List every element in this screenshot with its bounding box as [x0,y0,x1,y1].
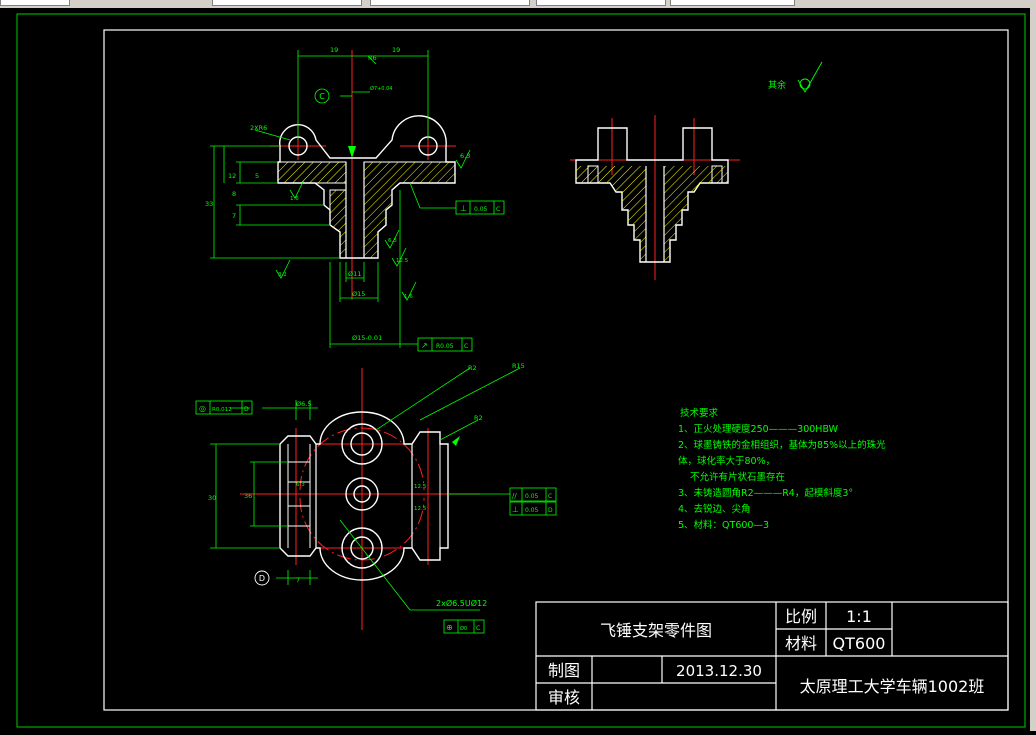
tolerance-frame-position-c: ⊕ Ø0 C [443,619,485,634]
dim-text: Ø15 [352,290,365,298]
scale-label: 比例 [785,607,817,626]
scale-value: 1:1 [846,607,872,626]
roughness-text: 3.2 [278,272,287,278]
note-line: 1、正火处理硬度250———300HBW [678,423,839,435]
dim-text: R15 [512,362,525,370]
dim-text: 7 [296,576,300,584]
svg-text:⊥: ⊥ [512,505,519,514]
note-line: 4、去锐边、尖角 [678,503,751,515]
sheet-border-outer [16,13,1026,728]
dim-text: 36 [244,492,252,500]
dim-text: 30 [208,494,216,502]
note-line: 5、材料：QT600—3 [678,519,769,531]
note-line: 体，球化率大于80%， [678,455,775,467]
svg-text:C: C [548,493,552,500]
checked-by-label: 审核 [548,688,580,707]
datum-d-label: D [259,574,265,583]
tolerance-frame-conc-d: ◎ R0.012 D [195,400,253,415]
svg-text:R0.05: R0.05 [436,343,454,350]
tolerance-frame-para-c: // 0.05 C [509,487,557,502]
roughness-text: 6.3 [460,152,470,160]
roughness-text: 1.6 [404,294,413,300]
dim-text: 8 [232,190,236,198]
svg-text:R0.012: R0.012 [212,407,232,413]
dim-text: 7 [232,212,236,220]
drawn-by-label: 制图 [548,661,580,680]
svg-text://: // [512,492,517,500]
general-roughness-note: 其余 [768,61,823,93]
top-view: R2 R15 R2 30 36 Ø6.5 7 6.3 12.5 12.5 2xØ… [195,362,557,634]
svg-text:D: D [244,406,249,413]
vertical-scrollbar[interactable] [1030,8,1036,731]
roughness-text: 12.5 [414,484,427,490]
svg-text:其余: 其余 [768,79,786,91]
dim-text: 19 [392,46,400,54]
technical-requirements: 技术要求 1、正火处理硬度250———300HBW 2、球墨铸铁的金相组织，基体… [678,407,886,531]
datum-c-label: C [319,92,325,101]
school-name: 太原理工大学车辆1002班 [800,677,985,696]
dim-text: R2 [474,414,483,422]
svg-text:D: D [548,507,553,514]
material-value: QT600 [833,634,886,653]
drawing-svg: C 19 19 R6 Ø7+0.04 2XR6 33 12 5 8 7 Ø11 … [16,13,1026,728]
note-line: 2、球墨铸铁的金相组织，基体为85%以上的珠光 [678,439,886,451]
note-line: 3、未铸造圆角R2———R4，起模斜度3° [678,487,853,499]
svg-text:⊕: ⊕ [446,623,453,632]
note-line: 不允许有片状石墨存在 [690,471,785,483]
drawing-title: 飞锤支架零件图 [600,621,712,640]
material-label: 材料 [785,634,817,653]
drawing-date: 2013.12.30 [676,662,762,680]
toolbar-field[interactable] [536,0,666,6]
drawing-frame [103,29,1009,711]
toolbar-field[interactable] [370,0,530,6]
svg-text:0.05: 0.05 [525,493,539,500]
dim-text: 33 [205,200,213,208]
toolbar-field[interactable] [212,0,362,6]
roughness-text: 12.5 [414,506,427,512]
roughness-text: 6.3 [388,238,397,244]
side-view [570,115,740,280]
tolerance-frame-perp-d: ⊥ 0.05 D [509,501,557,516]
roughness-text: 1.6 [290,196,299,202]
svg-text:C: C [464,343,468,350]
cad-canvas[interactable]: C 19 19 R6 Ø7+0.04 2XR6 33 12 5 8 7 Ø11 … [0,8,1030,731]
toolbar-field[interactable] [670,0,795,6]
tolerance-frame-perp-c: ⊥ 0.05 C [455,200,505,215]
toolbar-field[interactable] [0,0,70,6]
dim-text: R2 [468,364,477,372]
svg-text:↗: ↗ [421,341,428,350]
dim-text: R6 [368,54,377,62]
svg-text:0.05: 0.05 [525,507,539,514]
svg-text:◎: ◎ [199,404,206,413]
dim-text: Ø15-0.01 [352,334,382,342]
dim-text: 19 [330,46,338,54]
dim-text: Ø6.5 [296,400,311,408]
dim-text: 12 [228,172,236,180]
roughness-text: 12.5 [396,258,409,264]
toolbar-strip [0,0,1036,8]
svg-text:C: C [476,625,480,632]
notes-heading: 技术要求 [680,407,719,419]
tolerance-frame-runout-c: ↗ R0.05 C [417,337,473,352]
dim-text: Ø11 [348,270,361,278]
dim-text: 2XR6 [250,124,267,132]
dim-text: 5 [255,172,259,180]
roughness-text: 6.3 [296,482,305,488]
svg-text:Ø0: Ø0 [460,625,467,632]
svg-text:0.05: 0.05 [474,206,488,213]
holes-callout: 2xØ6.5UØ12 [436,598,487,608]
svg-text:C: C [496,206,500,213]
dim-text: Ø7+0.04 [370,85,392,92]
svg-text:⊥: ⊥ [460,204,467,213]
front-view: C 19 19 R6 Ø7+0.04 2XR6 33 12 5 8 7 Ø11 … [205,46,505,352]
